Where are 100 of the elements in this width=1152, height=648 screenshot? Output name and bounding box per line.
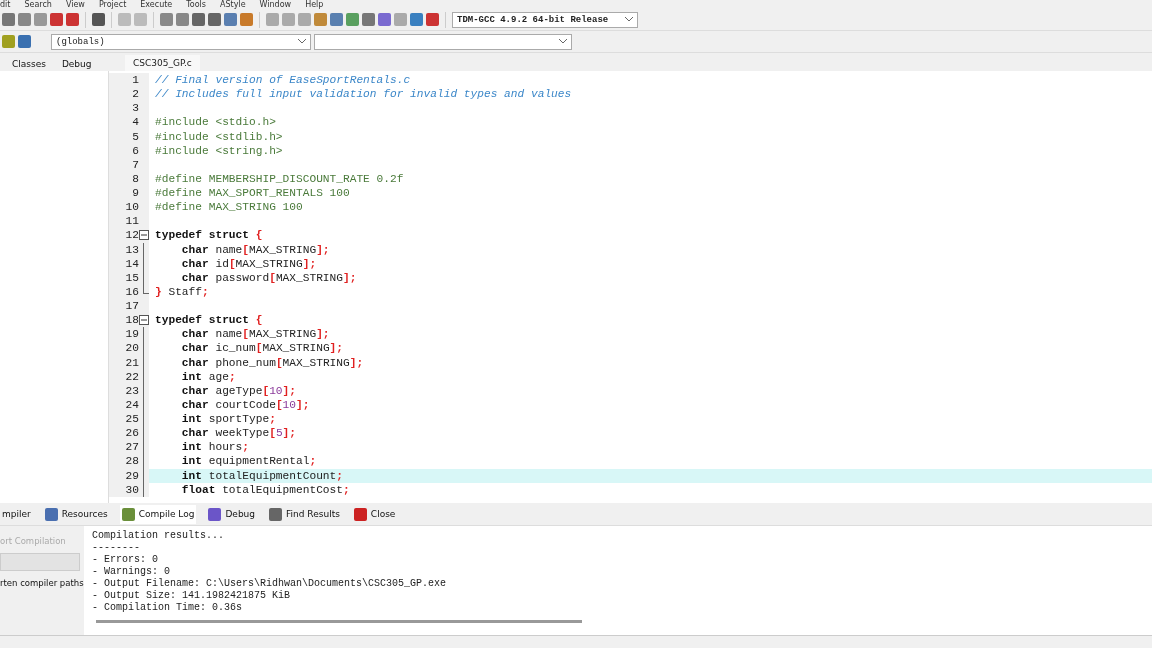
output-tab[interactable]: Compile Log — [119, 504, 197, 524]
scope-select[interactable]: (globals) — [51, 33, 311, 50]
line-number: 14 — [124, 256, 139, 271]
log-line: - Output Filename: C:\Users\Ridhwan\Documents\CSC305_GP.exe — [92, 578, 447, 590]
menu-item[interactable]: Execute — [140, 0, 173, 9]
toolbar-icon[interactable] — [410, 13, 423, 26]
code-line: #define MEMBERSHIP_DISCOUNT_RATE 0.2f — [154, 171, 405, 186]
line-number: 29 — [124, 468, 139, 483]
toolbar-icon[interactable] — [394, 13, 407, 26]
code-line: int hours; — [180, 440, 250, 455]
fold-toggle-icon[interactable] — [139, 230, 149, 241]
code-line: // Includes full input validation for invalid types and values — [154, 87, 573, 102]
line-number: 26 — [124, 426, 139, 441]
line-number: 4 — [131, 115, 139, 130]
line-number: 15 — [124, 270, 139, 285]
caret-icon[interactable] — [625, 17, 633, 22]
input-field[interactable] — [0, 553, 80, 571]
toolbar-icon[interactable] — [176, 13, 189, 26]
toolbar-icon[interactable] — [378, 13, 391, 26]
toolbar-icon[interactable] — [426, 13, 439, 26]
toolbar-icon[interactable] — [160, 13, 173, 26]
line-number: 11 — [124, 214, 139, 229]
log-line: - Compilation Time: 0.36s — [92, 602, 243, 614]
toolbar-icon[interactable] — [314, 13, 327, 26]
option-label: rten compiler paths — [0, 578, 84, 588]
toolbar-icon[interactable] — [330, 13, 343, 26]
toolbar-icon[interactable] — [240, 13, 253, 26]
toolbar-icon[interactable] — [208, 13, 221, 26]
menu-item[interactable]: dit — [0, 0, 11, 9]
code-line: char password[MAX_STRING]; — [180, 270, 358, 285]
toolbar-icon[interactable] — [346, 13, 359, 26]
toolbar-icon[interactable] — [298, 13, 311, 26]
file-tab[interactable]: CSC305_GP.c — [125, 55, 200, 71]
scrollbar-thumb[interactable] — [96, 620, 582, 623]
fold-end-icon — [143, 284, 149, 294]
log-line: - Output Size: 141.1982421875 KiB — [92, 590, 291, 602]
menu-item[interactable]: AStyle — [220, 0, 246, 9]
line-number: 17 — [124, 299, 139, 314]
caret-icon[interactable] — [298, 39, 306, 44]
menu-item[interactable]: View — [65, 0, 85, 9]
code-line: int equipmentRental; — [180, 454, 318, 469]
compiler-select[interactable]: TDM-GCC 4.9.2 64-bit Release — [452, 11, 638, 28]
code-line: float totalEquipmentCost; — [180, 482, 351, 497]
line-number: 16 — [124, 284, 139, 299]
output-tab[interactable]: Resources — [42, 504, 110, 524]
line-number: 12 — [124, 228, 139, 243]
code-line: #define MAX_STRING 100 — [154, 200, 304, 215]
toolbar-icon[interactable] — [2, 35, 15, 48]
panel-tab[interactable]: Classes — [8, 57, 50, 71]
toolbar-icon[interactable] — [18, 35, 31, 48]
fold-toggle-icon[interactable] — [139, 315, 149, 326]
line-number: 27 — [124, 440, 139, 455]
line-number: 13 — [124, 242, 139, 257]
line-number: 22 — [124, 369, 139, 384]
toolbar-icon[interactable] — [282, 13, 295, 26]
menu-item[interactable]: Tools — [186, 0, 206, 9]
line-number: 23 — [124, 383, 139, 398]
line-number: 1 — [131, 73, 139, 88]
code-line: #include <stdlib.h> — [154, 129, 284, 144]
toolbar-icon[interactable] — [362, 13, 375, 26]
toolbar-icon[interactable] — [34, 13, 47, 26]
toolbar-icon[interactable] — [224, 13, 237, 26]
code-line: char ic_num[MAX_STRING]; — [180, 341, 345, 356]
code-line: char name[MAX_STRING]; — [180, 327, 331, 342]
toolbar-icon[interactable] — [192, 13, 205, 26]
toolbar-icon[interactable] — [2, 13, 15, 26]
line-number: 10 — [124, 200, 139, 215]
caret-icon[interactable] — [559, 39, 567, 44]
code-line: #include <stdio.h> — [154, 115, 277, 130]
code-line: char ageType[10]; — [180, 383, 298, 398]
toolbar-icon[interactable] — [66, 13, 79, 26]
panel-tab[interactable]: Debug — [57, 57, 96, 71]
line-number: 5 — [131, 129, 139, 144]
code-line: #include <string.h> — [154, 143, 284, 158]
code-line: char courtCode[10]; — [180, 397, 311, 412]
line-number: 3 — [131, 101, 139, 116]
line-number: 20 — [124, 341, 139, 356]
output-tab[interactable]: Debug — [206, 504, 258, 524]
toolbar-icon[interactable] — [266, 13, 279, 26]
line-number: 7 — [131, 157, 139, 172]
menu-item[interactable]: Window — [259, 0, 292, 9]
code-line: int sportType; — [180, 412, 277, 427]
line-number: 8 — [131, 171, 139, 186]
line-number: 30 — [124, 482, 139, 497]
menu-item[interactable]: Search — [24, 0, 52, 9]
line-number: 21 — [124, 355, 139, 370]
log-line: - Warnings: 0 — [92, 566, 170, 578]
log-line: Compilation results... — [92, 530, 225, 542]
output-tab[interactable]: Close — [351, 504, 398, 524]
line-number: 28 — [124, 454, 139, 469]
log-line: - Errors: 0 — [92, 554, 158, 566]
code-line: char phone_num[MAX_STRING]; — [180, 355, 365, 370]
output-tab[interactable]: Find Results — [267, 504, 342, 524]
code-line: typedef struct { — [154, 313, 264, 328]
menu-item[interactable]: Project — [98, 0, 127, 9]
line-number: 24 — [124, 397, 139, 412]
menu-item[interactable]: Help — [305, 0, 324, 9]
toolbar-icon[interactable] — [50, 13, 63, 26]
toolbar-icon[interactable] — [18, 13, 31, 26]
output-tab[interactable]: mpiler — [0, 506, 33, 522]
